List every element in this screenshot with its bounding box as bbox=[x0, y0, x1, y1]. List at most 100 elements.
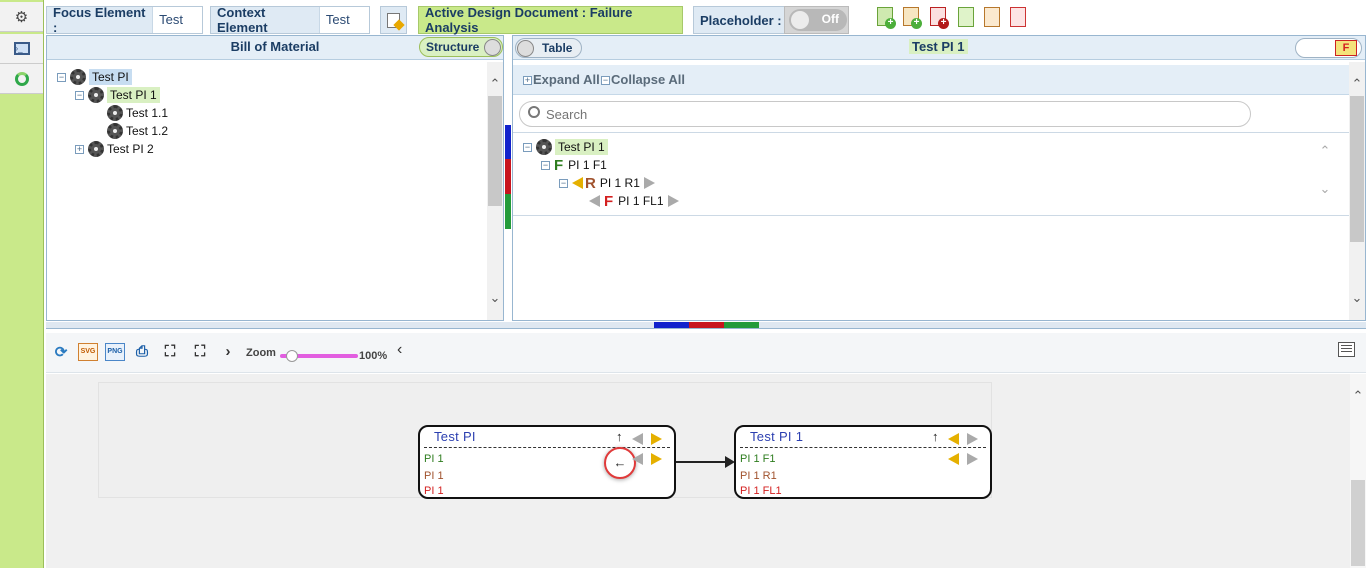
context-element-chip[interactable]: Context Element Test PI bbox=[210, 5, 370, 53]
horizontal-splitter[interactable] bbox=[46, 322, 1366, 329]
placeholder-toggle-text: Off bbox=[821, 12, 839, 26]
chevron-left-icon[interactable]: ‹ bbox=[397, 341, 402, 359]
add-failure-icon[interactable]: + bbox=[928, 6, 950, 30]
arrow-right-icon[interactable] bbox=[643, 177, 655, 189]
tree-item[interactable]: − Test PI 1 bbox=[523, 138, 608, 156]
splitter-handle[interactable] bbox=[505, 125, 511, 229]
fa-scrollbar[interactable]: ⌃ ⌄ bbox=[1349, 62, 1365, 320]
structure-switch[interactable]: Structure bbox=[419, 37, 503, 57]
expand-icon[interactable]: + bbox=[75, 144, 84, 154]
arrow-up-icon[interactable]: ↑ bbox=[932, 429, 939, 444]
arrow-left-icon[interactable] bbox=[572, 177, 583, 189]
new-document-icon[interactable] bbox=[955, 6, 977, 30]
refresh-icon[interactable]: ⟳ bbox=[51, 343, 71, 361]
png-export-icon[interactable]: PNG bbox=[105, 343, 125, 361]
tree-scroll-down-icon[interactable]: ⌄ bbox=[1317, 181, 1333, 197]
arrow-left-icon[interactable] bbox=[948, 433, 959, 445]
arrow-left-icon[interactable] bbox=[948, 453, 959, 465]
collapse-icon[interactable]: − bbox=[57, 72, 66, 82]
part-icon bbox=[88, 141, 104, 157]
arrow-right-icon[interactable] bbox=[967, 453, 978, 465]
svg-export-icon[interactable]: SVG bbox=[78, 343, 98, 361]
print-icon[interactable]: ⎙ bbox=[132, 343, 152, 361]
fullscreen-icon[interactable]: ⛶ bbox=[190, 343, 210, 361]
expand-all-link[interactable]: Expand All bbox=[533, 72, 600, 87]
scroll-up-icon[interactable]: ⌃ bbox=[1349, 76, 1365, 92]
active-document-label: Active Design Document : Failure Analysi… bbox=[425, 5, 633, 35]
zoom-value: 100% bbox=[359, 350, 388, 362]
tree-item-label: Test PI 1 bbox=[107, 87, 160, 103]
chevron-right-icon[interactable]: › bbox=[218, 343, 238, 361]
scroll-up-icon[interactable]: ⌃ bbox=[1350, 388, 1366, 404]
zoom-label: Zoom bbox=[246, 347, 276, 359]
collapse-all-link[interactable]: Collapse All bbox=[611, 72, 685, 87]
tree-item[interactable]: Test 1.1 bbox=[107, 104, 168, 122]
arrow-right-icon[interactable] bbox=[667, 195, 679, 207]
table-view-icon[interactable] bbox=[1338, 342, 1355, 357]
tree-item[interactable]: Test 1.2 bbox=[107, 122, 168, 140]
arrow-left-icon[interactable] bbox=[632, 453, 643, 465]
focus-element-chip[interactable]: Focus Element : Test PI bbox=[46, 5, 203, 53]
node-failure-row[interactable]: PI 1 bbox=[424, 485, 444, 497]
node-requirement-row[interactable]: PI 1 bbox=[424, 470, 444, 482]
diagram-scrollbar[interactable]: ⌃ bbox=[1350, 374, 1366, 568]
node-function-row[interactable]: PI 1 F1 bbox=[740, 453, 775, 465]
table-switch[interactable]: Table bbox=[515, 38, 582, 58]
collapse-icon[interactable]: − bbox=[559, 178, 568, 188]
tree-item[interactable]: + Test PI 2 bbox=[75, 140, 154, 158]
terminal-icon[interactable]: ›_ bbox=[0, 34, 43, 64]
part-icon bbox=[107, 123, 123, 139]
diagram-node[interactable]: Test PI ↑ PI 1 ← PI 1 PI 1 bbox=[418, 425, 676, 499]
zoom-slider-knob[interactable] bbox=[285, 350, 298, 362]
tree-item[interactable]: − Test PI bbox=[57, 68, 132, 86]
node-failure-row[interactable]: PI 1 FL1 bbox=[740, 485, 782, 497]
arrow-right-icon[interactable] bbox=[651, 433, 662, 445]
sync-icon[interactable] bbox=[0, 64, 43, 94]
collapse-icon[interactable]: − bbox=[75, 90, 84, 100]
add-function-icon[interactable]: + bbox=[875, 6, 897, 30]
tree-item[interactable]: − F PI 1 F1 bbox=[541, 156, 607, 174]
search-box[interactable] bbox=[519, 101, 1251, 127]
add-list-icon[interactable]: + bbox=[901, 6, 923, 30]
arrow-up-icon[interactable]: ↑ bbox=[616, 429, 623, 444]
scroll-up-icon[interactable]: ⌃ bbox=[487, 76, 503, 92]
part-icon bbox=[536, 139, 552, 155]
list-icon[interactable] bbox=[981, 6, 1003, 30]
scroll-down-icon[interactable]: ⌄ bbox=[487, 290, 503, 306]
context-element-label: Context Element bbox=[217, 5, 268, 35]
collapse-all-icon: − bbox=[601, 75, 610, 85]
diagram-node[interactable]: Test PI 1 ↑ PI 1 F1 PI 1 R1 PI 1 FL1 bbox=[734, 425, 992, 499]
tree-item[interactable]: − R PI 1 R1 bbox=[559, 174, 655, 192]
zoom-slider[interactable] bbox=[280, 350, 358, 362]
filter-switch[interactable]: F bbox=[1295, 38, 1362, 58]
tree-item-label: Test 1.2 bbox=[126, 124, 169, 138]
settings-icon[interactable]: ⚙ bbox=[0, 2, 43, 32]
node-function-row[interactable]: PI 1 bbox=[424, 453, 444, 465]
part-icon bbox=[70, 69, 86, 85]
expand-collapse-bar: + Expand All − Collapse All bbox=[513, 65, 1349, 95]
tree-item-label: Test PI bbox=[89, 69, 132, 85]
arrow-left-icon[interactable] bbox=[632, 433, 643, 445]
tree-item-label: Test 1.1 bbox=[126, 106, 169, 120]
bom-scrollbar[interactable]: ⌃ ⌄ bbox=[487, 62, 503, 320]
tree-item[interactable]: F PI 1 FL1 bbox=[589, 192, 679, 210]
node-requirement-row[interactable]: PI 1 R1 bbox=[740, 470, 777, 482]
search-icon bbox=[528, 106, 540, 118]
part-icon bbox=[107, 105, 123, 121]
scroll-down-icon[interactable]: ⌄ bbox=[1349, 290, 1365, 306]
context-element-value: Test PI bbox=[318, 7, 369, 53]
failure-list-icon[interactable] bbox=[1007, 6, 1029, 30]
fit-to-screen-icon[interactable]: ⛶ bbox=[160, 343, 180, 361]
arrow-right-icon[interactable] bbox=[967, 433, 978, 445]
collapse-icon[interactable]: − bbox=[541, 160, 550, 170]
collapse-icon[interactable]: − bbox=[523, 142, 532, 152]
edit-document-button[interactable] bbox=[380, 6, 407, 34]
placeholder-toggle[interactable]: Off bbox=[784, 6, 849, 34]
arrow-left-icon[interactable] bbox=[589, 195, 600, 207]
tree-item-label: PI 1 FL1 bbox=[618, 194, 664, 208]
failure-badge: F bbox=[1335, 40, 1357, 56]
tree-item[interactable]: − Test PI 1 bbox=[75, 86, 160, 104]
arrow-right-icon[interactable] bbox=[651, 453, 662, 465]
search-input[interactable] bbox=[546, 105, 1236, 123]
tree-scroll-up-icon[interactable]: ⌃ bbox=[1317, 143, 1333, 159]
